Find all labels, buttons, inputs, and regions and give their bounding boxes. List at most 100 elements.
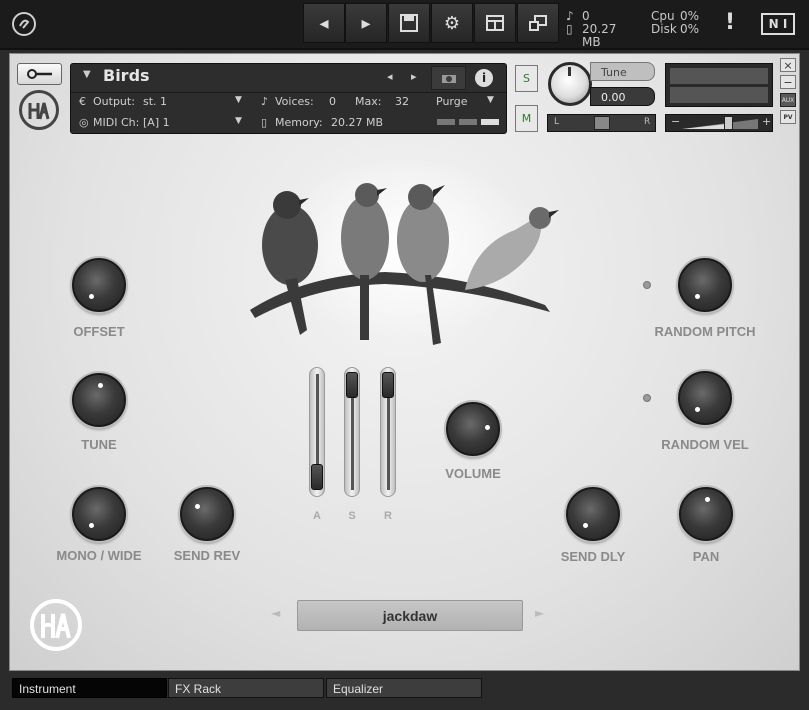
- master-tune-knob[interactable]: [548, 62, 592, 106]
- midi-label: MIDI Ch:: [93, 116, 140, 129]
- tune-knob-label: TUNE: [81, 437, 117, 452]
- volume-slider[interactable]: − +: [665, 114, 773, 132]
- minimize-view-button[interactable]: [517, 3, 559, 43]
- output-select[interactable]: st. 1: [143, 95, 167, 108]
- volume-minus: −: [671, 115, 681, 128]
- random-pitch-knob[interactable]: [678, 258, 732, 312]
- send-rev-label: SEND REV: [173, 548, 241, 563]
- mute-button[interactable]: M: [515, 105, 538, 132]
- info-icon[interactable]: i: [475, 69, 493, 87]
- save-icon: [400, 14, 418, 32]
- release-slider-thumb[interactable]: [382, 372, 394, 398]
- memory-label: Memory:: [275, 116, 323, 129]
- preset-next-arrow-icon[interactable]: ►: [535, 606, 544, 620]
- purge-meter-1: [437, 119, 455, 125]
- memory-icon: ▯: [566, 22, 573, 36]
- aux-button[interactable]: AUX: [780, 93, 796, 107]
- memory-value: 20.27 MB: [331, 116, 384, 129]
- next-preset-arrow-icon[interactable]: ▸: [411, 70, 417, 83]
- sustain-slider-thumb[interactable]: [346, 372, 358, 398]
- volume-plus: +: [762, 115, 772, 128]
- snapshot-button[interactable]: [431, 66, 466, 90]
- prev-preset-arrow-icon[interactable]: ◂: [387, 70, 393, 83]
- next-instrument-button[interactable]: ▸: [345, 3, 387, 43]
- send-dly-label: SEND DLY: [560, 549, 626, 564]
- volume-thumb[interactable]: [724, 116, 733, 130]
- close-button[interactable]: ×: [780, 58, 796, 72]
- disk-label: Disk: [651, 22, 677, 36]
- max-voices-value[interactable]: 32: [395, 95, 409, 108]
- random-pitch-label: RANDOM PITCH: [654, 324, 756, 339]
- wrench-icon: [26, 69, 52, 79]
- tab-fx-rack[interactable]: FX Rack: [168, 678, 324, 698]
- birds-artwork: [245, 160, 565, 355]
- tune-label: Tune: [590, 62, 655, 81]
- ha-logo-small: [19, 90, 59, 130]
- random-vel-label: RANDOM VEL: [661, 437, 749, 452]
- midi-icon: ◎: [79, 116, 89, 129]
- pan-label: PAN: [692, 549, 720, 564]
- gear-icon: ⚙: [443, 12, 461, 34]
- mono-wide-label: MONO / WIDE: [56, 548, 142, 563]
- warning-icon[interactable]: !: [725, 10, 735, 35]
- pv-button[interactable]: PV: [780, 110, 796, 124]
- random-pitch-led[interactable]: [643, 281, 651, 289]
- purge-meter-3: [481, 119, 499, 125]
- random-vel-led[interactable]: [643, 394, 651, 402]
- voices-value: 0: [329, 95, 336, 108]
- instrument-name[interactable]: Birds: [103, 66, 150, 85]
- memory-value: 20.27 MB: [582, 22, 617, 49]
- tab-equalizer[interactable]: Equalizer: [326, 678, 482, 698]
- send-dly-knob[interactable]: [566, 487, 620, 541]
- chevron-left-icon: ◂: [319, 12, 329, 34]
- pan-knob[interactable]: [679, 487, 733, 541]
- attack-label: A: [313, 510, 321, 522]
- sustain-slider[interactable]: [344, 367, 360, 497]
- pan-left-label: L: [554, 117, 560, 127]
- tune-value[interactable]: 0.00: [590, 87, 655, 106]
- pan-right-label: R: [644, 117, 651, 127]
- attack-slider-thumb[interactable]: [311, 464, 323, 490]
- minimize-button[interactable]: −: [780, 75, 796, 89]
- edit-instrument-button[interactable]: [17, 63, 62, 85]
- memory-icon: ▯: [261, 116, 268, 129]
- output-label: Output:: [93, 95, 135, 108]
- ni-logo[interactable]: N I: [761, 13, 795, 35]
- camera-icon: [441, 75, 456, 83]
- midi-channel-select[interactable]: [A] 1: [143, 116, 170, 129]
- rack-view-button[interactable]: [474, 3, 516, 43]
- volume-label: VOLUME: [445, 466, 501, 481]
- purge-dropdown-icon[interactable]: ▼: [487, 95, 494, 105]
- preset-prev-arrow-icon[interactable]: ◄: [271, 606, 280, 620]
- mono-wide-knob[interactable]: [72, 487, 126, 541]
- tab-instrument[interactable]: Instrument: [12, 678, 167, 698]
- kontakt-toolbar: ◂ ▸ ⚙ ♪ 0 ▯ 20.27 MB Cpu 0% Disk 0% ! N …: [0, 0, 809, 50]
- random-vel-knob[interactable]: [678, 371, 732, 425]
- sustain-label: S: [348, 510, 356, 522]
- offset-knob[interactable]: [72, 258, 126, 312]
- save-button[interactable]: [388, 3, 430, 43]
- solo-button[interactable]: S: [515, 65, 538, 92]
- level-meter: [665, 63, 773, 107]
- release-label: R: [384, 510, 392, 522]
- tune-knob[interactable]: [72, 373, 126, 427]
- disk-value: 0%: [680, 22, 700, 36]
- preset-select[interactable]: jackdaw: [297, 600, 523, 631]
- prev-instrument-button[interactable]: ◂: [303, 3, 345, 43]
- collapse-arrow-icon[interactable]: ▼: [83, 69, 91, 80]
- purge-button[interactable]: Purge: [436, 95, 468, 108]
- voices-icon: ♪: [261, 95, 269, 108]
- pan-slider[interactable]: L R: [547, 114, 656, 132]
- settings-button[interactable]: ⚙: [431, 3, 473, 43]
- output-dropdown-icon[interactable]: ▼: [235, 95, 242, 105]
- volume-knob[interactable]: [446, 402, 500, 456]
- send-rev-knob[interactable]: [180, 487, 234, 541]
- kontakt-window: { "topbar": { "voices_label": "0", "memo…: [0, 0, 809, 710]
- attack-slider[interactable]: [309, 367, 325, 497]
- midi-dropdown-icon[interactable]: ▼: [235, 116, 242, 126]
- release-slider[interactable]: [380, 367, 396, 497]
- pan-thumb[interactable]: [594, 116, 610, 130]
- max-voices-label: Max:: [355, 95, 382, 108]
- kontakt-logo-icon[interactable]: [12, 12, 36, 36]
- voices-label: Voices:: [275, 95, 314, 108]
